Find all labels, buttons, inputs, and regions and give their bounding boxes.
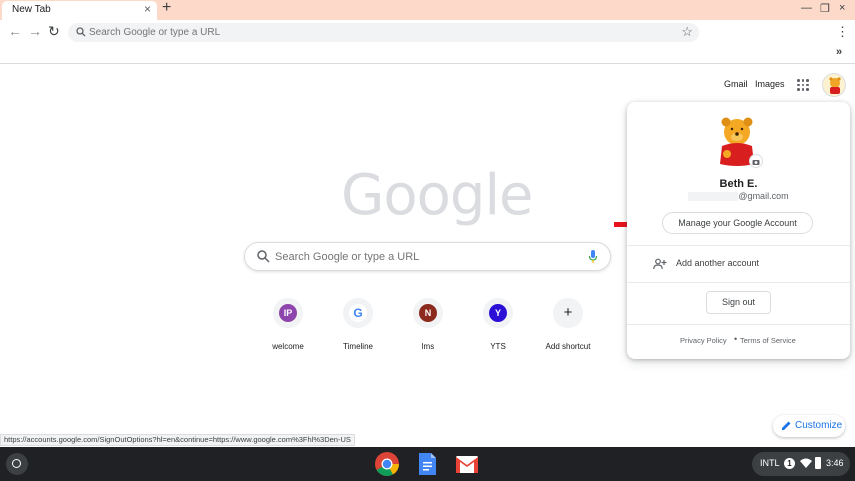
account-email: @gmail.com [627, 191, 850, 202]
input-method-indicator: INTL [760, 458, 780, 468]
wifi-icon [800, 458, 812, 468]
search-input[interactable] [275, 249, 575, 264]
shortcut-tile: + [553, 298, 583, 328]
shortcut-label: lms [421, 342, 435, 351]
shortcut-initial: N [419, 304, 437, 322]
shortcut-tile: G [343, 298, 373, 328]
clock-time: 3:46 [826, 458, 844, 468]
status-bubble-url: https://accounts.google.com/SignOutOptio… [0, 434, 355, 446]
plus-icon: + [563, 304, 573, 321]
tab-close-icon[interactable]: × [144, 2, 151, 16]
account-popup: Beth E. @gmail.com Manage your Google Ac… [627, 102, 850, 359]
chrome-menu-icon[interactable]: ⋮ [836, 24, 849, 40]
shortcut-welcome[interactable]: IP welcome [255, 298, 321, 356]
images-link[interactable]: Images [755, 79, 785, 89]
bookmark-star-icon[interactable]: ☆ [681, 24, 693, 40]
shortcut-yts[interactable]: Y YTS [465, 298, 531, 356]
browser-toolbar: ← → ↻ ☆ ⋮ [0, 20, 855, 45]
shortcut-tile: N [413, 298, 443, 328]
shortcut-label: Add shortcut [545, 342, 591, 351]
shortcut-label: Timeline [343, 342, 373, 351]
gmail-link[interactable]: Gmail [724, 79, 748, 89]
shortcut-initial: Y [489, 304, 507, 322]
battery-icon [815, 457, 821, 469]
minimize-icon[interactable]: — [801, 2, 812, 14]
forward-icon[interactable]: → [28, 23, 42, 39]
email-suffix: @gmail.com [738, 191, 789, 201]
pencil-icon [782, 421, 791, 430]
search-icon [257, 250, 270, 263]
launcher-button[interactable] [6, 453, 28, 475]
omnibox-input[interactable] [89, 24, 669, 41]
add-person-icon [653, 258, 667, 270]
footer-separator: • [734, 334, 738, 344]
account-name: Beth E. [719, 178, 758, 190]
add-another-account-button[interactable]: Add another account [627, 252, 850, 276]
add-account-label: Add another account [676, 258, 760, 268]
notification-badge: 1 [784, 458, 795, 469]
search-box[interactable] [244, 242, 611, 271]
google-apps-icon[interactable] [797, 79, 809, 91]
shortcut-tile: IP [273, 298, 303, 328]
add-shortcut-button[interactable]: + Add shortcut [535, 298, 601, 356]
back-icon[interactable]: ← [8, 23, 22, 39]
account-avatar[interactable] [822, 73, 846, 97]
customize-button[interactable]: Customize [773, 415, 845, 437]
change-photo-camera-icon[interactable] [749, 154, 763, 168]
tab-strip: New Tab × + — ❐ × [0, 0, 855, 20]
sign-out-button[interactable]: Sign out [706, 291, 771, 314]
shortcut-tile: Y [483, 298, 513, 328]
terms-of-service-link[interactable]: Terms of Service [740, 336, 796, 345]
camera-icon [752, 160, 760, 165]
privacy-policy-link[interactable]: Privacy Policy [680, 336, 727, 345]
maximize-icon[interactable]: ❐ [820, 2, 830, 15]
customize-label: Customize [795, 420, 843, 431]
shortcut-initial: IP [279, 304, 297, 322]
new-tab-button[interactable]: + [162, 0, 171, 17]
divider [627, 245, 850, 246]
google-g-icon: G [349, 304, 367, 322]
manage-account-button[interactable]: Manage your Google Account [662, 212, 813, 234]
shortcut-label: YTS [490, 342, 506, 351]
google-logo: Google [341, 163, 533, 228]
divider [627, 282, 850, 283]
tab-title: New Tab [12, 4, 51, 15]
shortcut-lms[interactable]: N lms [395, 298, 461, 356]
bear-avatar-icon [829, 77, 841, 94]
chrome-app-icon[interactable] [374, 451, 400, 477]
google-docs-icon[interactable] [414, 451, 440, 477]
reload-icon[interactable]: ↻ [48, 23, 60, 40]
divider [627, 324, 850, 325]
shortcut-timeline[interactable]: G Timeline [325, 298, 391, 356]
microphone-icon[interactable] [588, 249, 598, 264]
shortcut-label: welcome [272, 342, 304, 351]
gmail-app-icon[interactable] [454, 451, 480, 477]
bookmarks-bar: » [0, 45, 855, 64]
chromeos-shelf: INTL 1 3:46 [0, 447, 855, 481]
tab-new-tab[interactable]: New Tab × [2, 1, 157, 20]
close-window-icon[interactable]: × [839, 2, 845, 14]
search-icon [76, 27, 86, 37]
omnibox[interactable]: ☆ [68, 23, 699, 42]
redacted-email-mask [688, 192, 739, 202]
bookmarks-more-icon[interactable]: » [836, 46, 842, 58]
status-tray[interactable]: INTL 1 3:46 [752, 452, 850, 476]
